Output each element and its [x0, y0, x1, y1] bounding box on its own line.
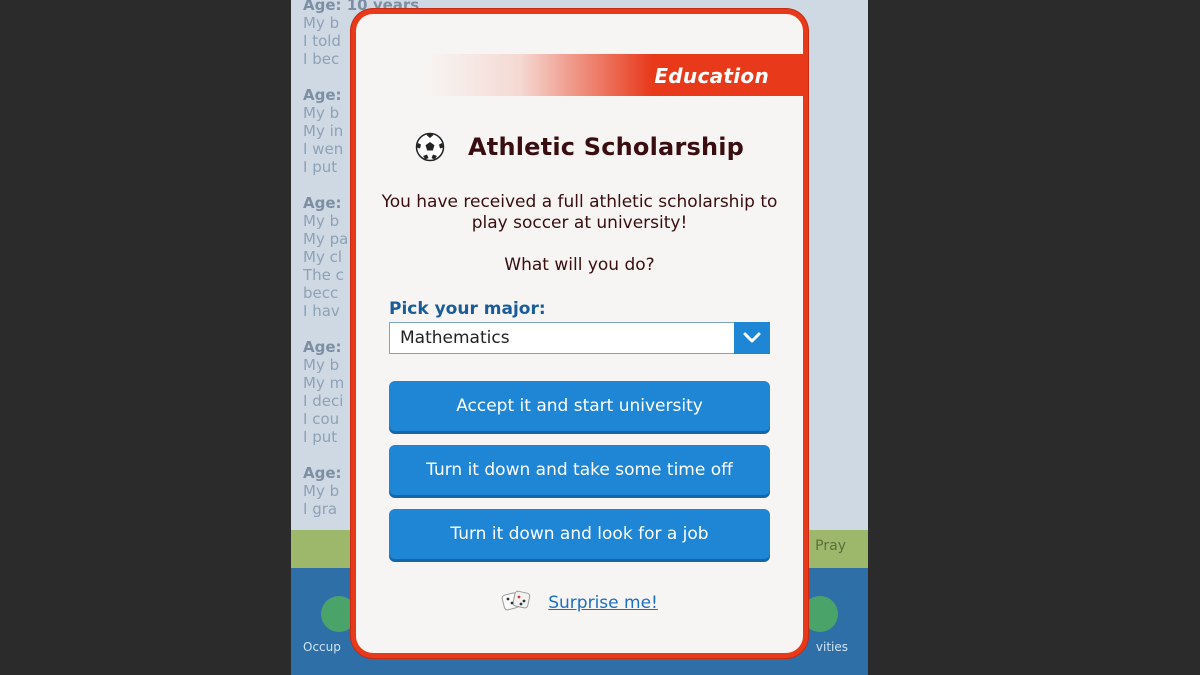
decline-look-for-job-button[interactable]: Turn it down and look for a job — [389, 509, 770, 559]
major-select[interactable]: Mathematics — [389, 322, 770, 354]
tab-occupation-label: Occup — [303, 640, 341, 654]
surprise-me-link[interactable]: Surprise me! — [548, 593, 658, 613]
dialog-header: Athletic Scholarship — [356, 132, 803, 162]
major-selected-value: Mathematics — [400, 328, 510, 348]
dialog-description: You have received a full athletic schola… — [376, 192, 783, 276]
soccer-ball-icon — [415, 132, 445, 162]
dropdown-toggle[interactable] — [734, 322, 770, 354]
decline-take-time-off-button[interactable]: Turn it down and take some time off — [389, 445, 770, 495]
dialog-title: Athletic Scholarship — [468, 133, 745, 161]
accept-start-university-button[interactable]: Accept it and start university — [389, 381, 770, 431]
category-banner-label: Education — [654, 64, 769, 88]
dice-icon — [501, 588, 531, 618]
pray-label: Pray — [815, 538, 846, 554]
surprise-row: Surprise me! — [356, 588, 803, 618]
tab-activities-label: vities — [815, 640, 848, 654]
chevron-down-icon — [743, 332, 761, 343]
major-label: Pick your major: — [389, 299, 546, 319]
question-text: What will you do? — [504, 255, 655, 275]
description-text: You have received a full athletic schola… — [381, 192, 778, 233]
category-banner: Education — [426, 54, 803, 96]
scholarship-dialog: Education Athletic Scholarship You have … — [351, 9, 808, 658]
